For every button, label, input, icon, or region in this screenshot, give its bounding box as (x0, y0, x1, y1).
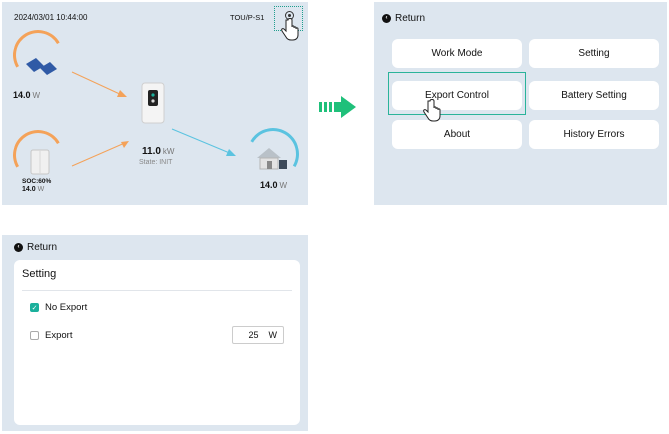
divider (22, 290, 292, 291)
checkbox-checked-icon[interactable]: ✓ (30, 303, 39, 312)
about-button[interactable]: About (392, 120, 522, 149)
back-icon: ‹ (382, 14, 391, 23)
export-option[interactable]: Export (30, 330, 72, 341)
pv-power: 14.0 W (13, 90, 41, 100)
arrow-right-icon (319, 96, 356, 118)
export-control-highlight (388, 72, 526, 115)
return-label: Return (27, 242, 58, 253)
house-icon (257, 148, 287, 170)
load-flow-line (171, 128, 233, 155)
battery-soc: SOC:60% (22, 178, 52, 185)
return-label: Return (395, 13, 426, 24)
hand-pointer-icon (423, 99, 441, 122)
setting-card: Setting ✓ No Export Export 25 W (14, 260, 300, 425)
setting-screen: ‹ Return Setting ✓ No Export Export 25 W (2, 235, 308, 431)
load-flow-arrow (226, 149, 236, 156)
no-export-option[interactable]: ✓ No Export (30, 302, 87, 313)
work-mode-button[interactable]: Work Mode (392, 39, 522, 68)
inverter-icon (141, 82, 165, 124)
solar-panel-icon (26, 58, 57, 75)
inverter-power: 11.0 kW (142, 146, 175, 157)
battery-power: 14.0 W (22, 186, 45, 193)
export-power-value: 25 (248, 330, 259, 340)
back-icon: ‹ (14, 243, 23, 252)
export-power-input[interactable]: 25 W (232, 326, 284, 344)
dashboard-screen: 2024/03/01 10:44:00 TOU/P-S1 14.0 W SOC:6… (2, 2, 308, 205)
return-button[interactable]: ‹ Return (14, 242, 57, 253)
export-power-unit: W (268, 330, 278, 340)
export-label: Export (45, 330, 73, 341)
return-button[interactable]: ‹ Return (382, 13, 425, 24)
battery-flow-line (71, 141, 128, 167)
checkbox-empty-icon[interactable] (30, 331, 39, 340)
setting-title: Setting (22, 268, 57, 280)
pv-flow-arrow (117, 90, 127, 97)
battery-setting-button[interactable]: Battery Setting (529, 81, 659, 110)
pv-flow-line (71, 71, 125, 97)
battery-icon (30, 149, 50, 175)
history-errors-button[interactable]: History Errors (529, 120, 659, 149)
no-export-label: No Export (45, 302, 88, 313)
setting-button[interactable]: Setting (529, 39, 659, 68)
load-power: 14.0 W (260, 180, 288, 190)
inverter-state: State: INIT (139, 159, 173, 166)
